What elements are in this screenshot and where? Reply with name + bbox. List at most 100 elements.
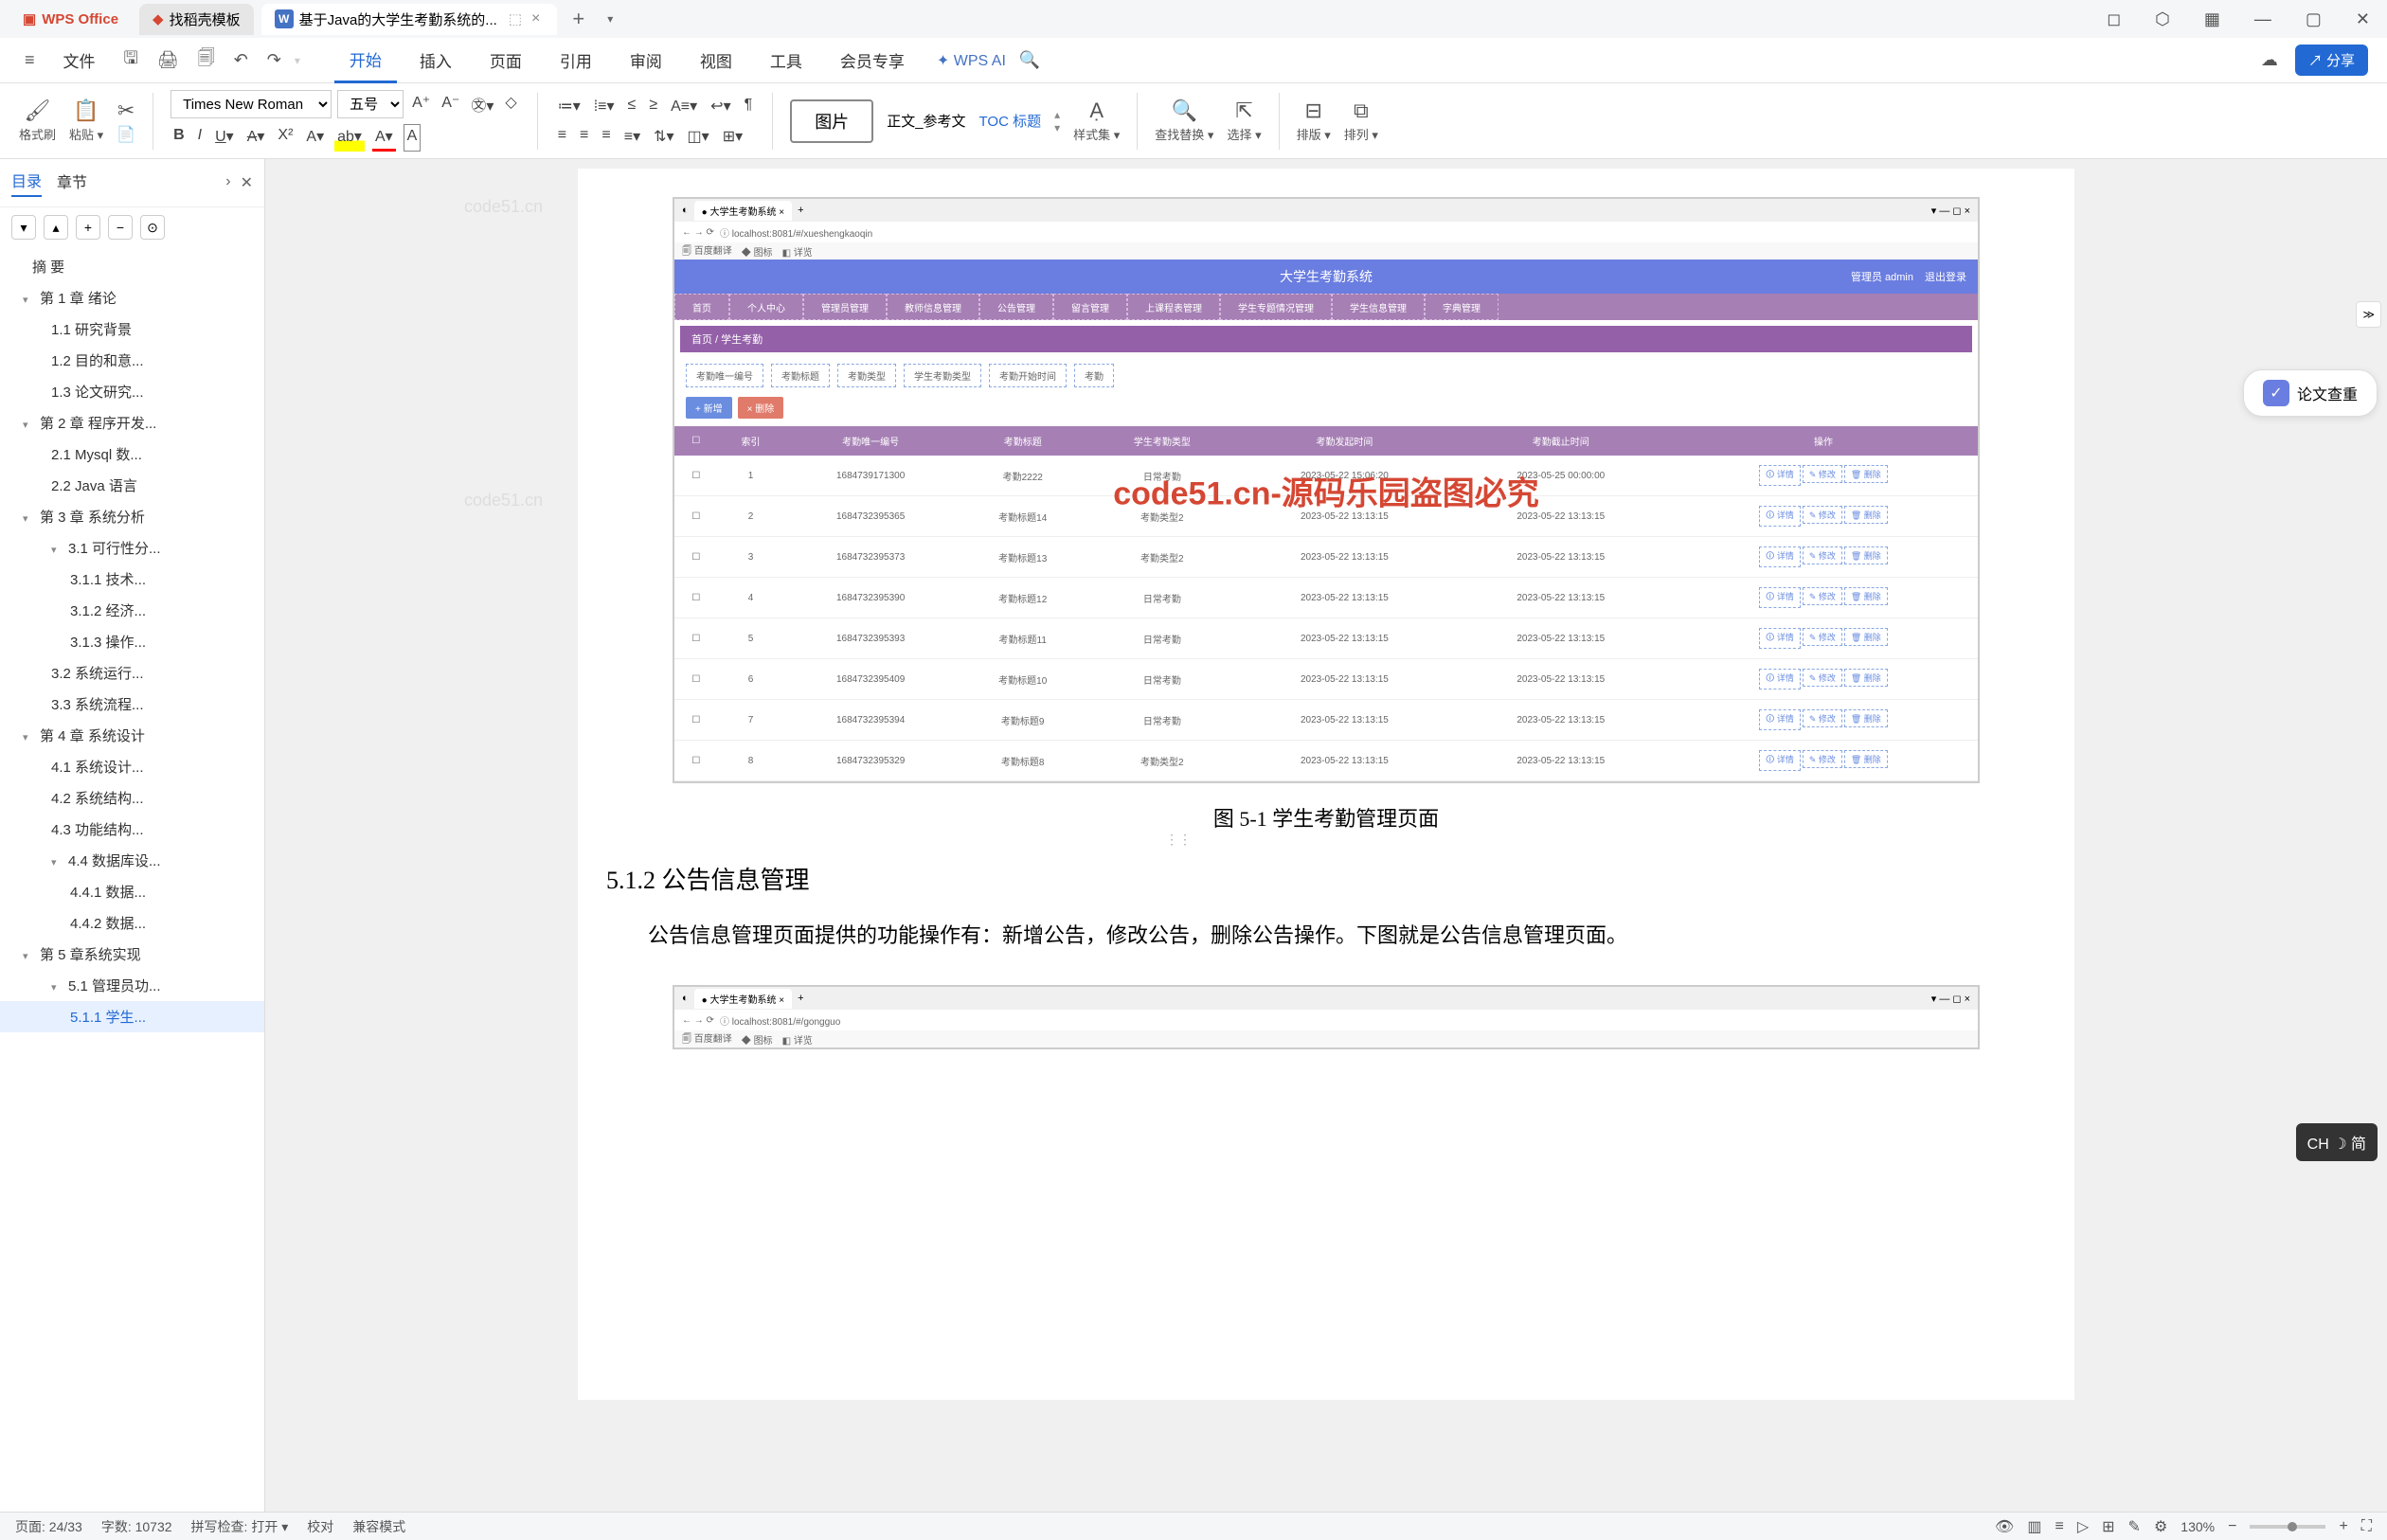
font-color-button[interactable]: A▾	[372, 124, 396, 152]
arrange-group[interactable]: ⧉ 排列 ▾	[1344, 98, 1378, 143]
shading-icon[interactable]: ◫▾	[685, 124, 712, 149]
zoom-level[interactable]: 130%	[2181, 1519, 2215, 1534]
outline-item-9[interactable]: ▾3.1 可行性分...	[0, 532, 264, 564]
outline-item-3[interactable]: 1.2 目的和意...	[0, 345, 264, 376]
outline-item-4[interactable]: 1.3 论文研究...	[0, 376, 264, 407]
wps-office-tab[interactable]: ▣ WPS Office	[9, 5, 132, 33]
outline-item-12[interactable]: 3.1.3 操作...	[0, 626, 264, 657]
tab-dropdown-icon[interactable]: ▾	[600, 12, 620, 26]
align-justify-icon[interactable]: ≡▾	[621, 124, 643, 149]
subscript-button[interactable]: A▾	[303, 124, 327, 152]
menu-reference[interactable]: 引用	[545, 39, 607, 81]
underline-button[interactable]: U▾	[212, 124, 237, 152]
grow-font-icon[interactable]: A⁺	[409, 90, 433, 118]
zoom-slider[interactable]	[2250, 1525, 2325, 1529]
outline-item-16[interactable]: 4.1 系统设计...	[0, 751, 264, 782]
outline-item-8[interactable]: ▾第 3 章 系统分析	[0, 501, 264, 532]
outline-item-19[interactable]: ▾4.4 数据库设...	[0, 845, 264, 876]
document-tab-active[interactable]: W 基于Java的大学生考勤系统的... ⬚ ×	[261, 4, 558, 35]
clear-format-icon[interactable]: ◇	[502, 90, 519, 118]
zoom-out-button[interactable]: −	[2228, 1518, 2236, 1535]
menu-start[interactable]: 开始	[334, 38, 397, 83]
redo-icon[interactable]: ↷	[261, 45, 287, 76]
sidebar-tab-toc[interactable]: 目录	[11, 169, 42, 197]
status-words[interactable]: 字数: 10732	[101, 1517, 172, 1536]
outline-item-14[interactable]: 3.3 系统流程...	[0, 689, 264, 720]
shrink-font-icon[interactable]: A⁻	[439, 90, 462, 118]
paragraph-icon[interactable]: ¶	[742, 94, 756, 118]
window-square-icon[interactable]: ◻	[2099, 6, 2128, 33]
status-page[interactable]: 页面: 24/33	[15, 1517, 82, 1536]
outline-item-1[interactable]: ▾第 1 章 绪论	[0, 282, 264, 313]
sidebar-close-icon[interactable]: ✕	[241, 173, 253, 192]
indent-right-icon[interactable]: ≥	[646, 94, 660, 118]
play-icon[interactable]: ▷	[2077, 1517, 2089, 1536]
gear-icon[interactable]: ⚙	[2154, 1517, 2167, 1536]
template-tab[interactable]: ◆ 找稻壳模板	[139, 4, 254, 35]
paste-group[interactable]: 📋 粘贴 ▾	[69, 98, 103, 143]
preview-icon[interactable]: 🗐	[192, 41, 221, 81]
minimize-button[interactable]: —	[2247, 6, 2279, 33]
add-tab-button[interactable]: +	[565, 7, 592, 31]
zoom-in-button[interactable]: +	[2339, 1518, 2347, 1535]
outline-item-23[interactable]: ▾5.1 管理员功...	[0, 970, 264, 1001]
bullet-list-icon[interactable]: ≔▾	[555, 94, 583, 118]
bold-button[interactable]: B	[170, 124, 188, 152]
align-right-icon[interactable]: ≡	[599, 124, 613, 149]
find-replace-group[interactable]: 🔍 查找替换 ▾	[1155, 98, 1213, 143]
text-direction-icon[interactable]: A≡▾	[668, 94, 700, 118]
avatar-icon[interactable]: ▦	[2197, 6, 2228, 33]
image-button[interactable]: 图片	[790, 99, 873, 143]
menu-insert[interactable]: 插入	[404, 39, 467, 81]
indent-left-icon[interactable]: ≤	[625, 94, 639, 118]
format-brush-group[interactable]: 🖌 格式刷	[19, 98, 56, 143]
maximize-button[interactable]: ▢	[2298, 6, 2329, 33]
cloud-icon[interactable]: ☁	[2255, 45, 2284, 76]
outline-item-2[interactable]: 1.1 研究背景	[0, 313, 264, 345]
paper-check-button[interactable]: ✓ 论文查重	[2243, 369, 2378, 417]
document-canvas[interactable]: ⋮⋮ code51.cn code51.cn ◐ ● 大学生考勤系统 × + ▾…	[265, 159, 2387, 1512]
fullscreen-icon[interactable]: ⛶	[2361, 1518, 2372, 1535]
outline-item-18[interactable]: 4.3 功能结构...	[0, 814, 264, 845]
style-body-ref[interactable]: 正文_参考文	[887, 111, 965, 131]
outline-item-6[interactable]: 2.1 Mysql 数...	[0, 439, 264, 470]
style-toc-title[interactable]: TOC 标题	[979, 111, 1042, 131]
wrap-text-icon[interactable]: ↩▾	[708, 94, 733, 118]
phonetic-icon[interactable]: ㉆▾	[468, 90, 496, 118]
border-icon[interactable]: ⊞▾	[720, 124, 745, 149]
view-mode-2-icon[interactable]: ≡	[2055, 1518, 2063, 1535]
hamburger-icon[interactable]: ≡	[19, 45, 41, 76]
font-name-select[interactable]: Times New Roman	[170, 90, 332, 118]
menu-review[interactable]: 审阅	[615, 39, 677, 81]
menu-tools[interactable]: 工具	[755, 39, 817, 81]
status-proofread[interactable]: 校对	[307, 1517, 333, 1536]
outline-item-20[interactable]: 4.4.1 数据...	[0, 876, 264, 907]
close-tab-icon[interactable]: ×	[528, 10, 544, 27]
menu-member[interactable]: 会员专享	[825, 39, 920, 81]
style-set-group[interactable]: Ạ 样式集 ▾	[1073, 98, 1120, 143]
outline-item-0[interactable]: 摘 要	[0, 251, 264, 282]
select-group[interactable]: ⇱ 选择 ▾	[1227, 98, 1261, 143]
outline-item-15[interactable]: ▾第 4 章 系统设计	[0, 720, 264, 751]
outline-item-10[interactable]: 3.1.1 技术...	[0, 564, 264, 595]
layout-group[interactable]: ⊟ 排版 ▾	[1297, 98, 1331, 143]
expand-down-button[interactable]: ▾	[11, 215, 36, 240]
view-mode-1-icon[interactable]: ▥	[2027, 1517, 2041, 1536]
superscript-button[interactable]: X²	[275, 124, 296, 152]
collapse-up-button[interactable]: ▴	[44, 215, 68, 240]
search-icon[interactable]: 🔍	[1014, 45, 1046, 76]
outline-item-21[interactable]: 4.4.2 数据...	[0, 907, 264, 939]
print-icon[interactable]: 🖨	[152, 45, 185, 76]
outline-item-24[interactable]: 5.1.1 学生...	[0, 1001, 264, 1032]
line-spacing-icon[interactable]: ⇅▾	[651, 124, 676, 149]
close-window-button[interactable]: ✕	[2348, 6, 2378, 33]
status-compat-mode[interactable]: 兼容模式	[352, 1517, 405, 1536]
outline-item-22[interactable]: ▾第 5 章系统实现	[0, 939, 264, 970]
status-spellcheck[interactable]: 拼写检查: 打开 ▾	[191, 1517, 289, 1536]
wps-ai-button[interactable]: ✦ WPS AI	[937, 51, 1006, 70]
highlight-button[interactable]: ab▾	[334, 124, 365, 152]
align-center-icon[interactable]: ≡	[577, 124, 591, 149]
outline-item-5[interactable]: ▾第 2 章 程序开发...	[0, 407, 264, 439]
cut-button[interactable]: ✂ 📄	[117, 98, 135, 144]
outline-item-11[interactable]: 3.1.2 经济...	[0, 595, 264, 626]
